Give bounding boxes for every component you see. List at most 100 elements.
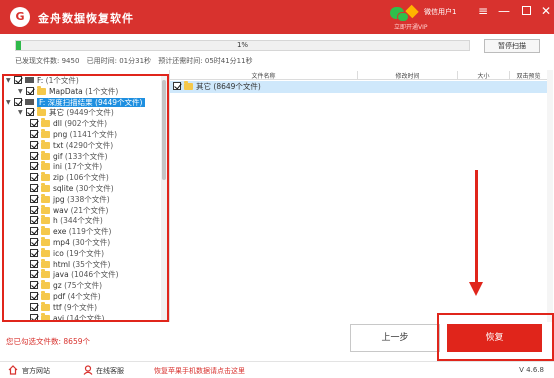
folder-icon <box>41 204 50 214</box>
tree-item-text: jpg (338个文件) <box>53 195 110 204</box>
tree-item-count: (4290个文件) <box>65 140 114 150</box>
file-row-checkbox[interactable] <box>173 82 181 90</box>
tree-item-checkbox[interactable] <box>30 173 38 182</box>
version-label: V 4.6.8 <box>519 366 544 374</box>
tree-item-count: (30个文件) <box>72 238 111 247</box>
tree-item-label: txt <box>53 140 64 150</box>
tree-item-checkbox[interactable] <box>26 108 34 117</box>
tree-item-count: (19个文件) <box>66 248 105 258</box>
home-icon <box>8 365 18 375</box>
tree-scrollbar[interactable] <box>161 76 167 320</box>
tree-item-label: avi <box>53 313 65 322</box>
column-preview[interactable]: 双击预览 <box>510 71 547 80</box>
title-bar: G 金舟数据恢复软件 微信用户1 立即开通VIP ≡ — ✕ <box>0 0 554 34</box>
folder-icon <box>37 85 46 95</box>
file-row-name: 其它 <box>196 82 211 91</box>
tree-item-checkbox[interactable] <box>30 238 38 246</box>
folder-icon <box>41 301 50 311</box>
found-count: 已发现文件数: 9450 <box>15 57 80 65</box>
expand-toggle-icon[interactable]: ▼ <box>18 107 24 116</box>
tree-scroll-thumb[interactable] <box>162 80 166 180</box>
tree-item-count: (133个文件) <box>64 151 108 161</box>
tree-item-checkbox[interactable] <box>30 313 38 320</box>
tree-item-label: h <box>53 216 58 226</box>
tree-item-checkbox[interactable] <box>14 76 22 84</box>
app-logo-icon: G <box>10 7 30 27</box>
tree-item-checkbox[interactable] <box>14 97 22 106</box>
tree-item-text: avi (14个文件) <box>53 313 104 322</box>
tree-item-checkbox[interactable] <box>30 151 38 160</box>
tree-item-text: dll (902个文件) <box>53 119 107 128</box>
tree-item-label: java <box>53 270 69 280</box>
tree-item-count: (30个文件) <box>75 184 114 193</box>
tree-item-checkbox[interactable] <box>30 292 38 300</box>
tree-item-checkbox[interactable] <box>30 130 38 138</box>
tree-item-checkbox[interactable] <box>30 248 38 257</box>
tree-item-label: MapData <box>49 86 83 96</box>
recover-button[interactable]: 恢复 <box>447 324 542 352</box>
tree-item-checkbox[interactable] <box>26 86 34 95</box>
tree-item-text: 其它 (9449个文件) <box>49 108 114 117</box>
folder-icon <box>41 269 50 279</box>
column-size[interactable]: 大小 <box>458 71 510 80</box>
previous-step-button[interactable]: 上一步 <box>350 324 440 352</box>
online-service-link[interactable]: 在线客服 <box>96 366 124 376</box>
tree-item-checkbox[interactable] <box>30 119 38 128</box>
tree-item-checkbox[interactable] <box>30 140 38 149</box>
folder-icon <box>41 193 50 203</box>
folder-icon <box>41 237 50 246</box>
tree-item-checkbox[interactable] <box>30 162 38 171</box>
tree-item-count: (21个文件) <box>70 205 109 215</box>
expand-toggle-icon[interactable]: ▼ <box>6 76 12 84</box>
tree-item-text: MapData (1个文件) <box>49 87 118 96</box>
app-title: 金舟数据恢复软件 <box>38 12 134 25</box>
user-name[interactable]: 微信用户1 <box>424 7 456 17</box>
tree-item-text: png (1141个文件) <box>53 130 117 139</box>
tree-item-label: jpg <box>53 194 65 204</box>
menu-button[interactable]: ≡ <box>476 4 490 18</box>
tree-item-checkbox[interactable] <box>30 205 38 214</box>
iphone-recovery-link[interactable]: 恢复苹果手机数据请点击这里 <box>154 366 245 376</box>
tree-item-checkbox[interactable] <box>30 259 38 268</box>
tree-item-checkbox[interactable] <box>30 281 38 290</box>
tree-item-text: exe (119个文件) <box>53 227 111 236</box>
column-modified[interactable]: 修改时间 <box>358 71 458 80</box>
tree-item-label: 其它 <box>49 108 64 118</box>
minimize-button[interactable]: — <box>497 4 511 18</box>
tree-item-label: html <box>53 259 71 269</box>
tree-item-label: ico <box>53 248 64 258</box>
tree-item-count: (338个文件) <box>67 194 110 204</box>
wechat-icon <box>390 7 409 22</box>
tree-item-checkbox[interactable] <box>30 302 38 311</box>
expand-toggle-icon[interactable]: ▼ <box>6 97 12 106</box>
file-list-scrollbar[interactable] <box>547 70 553 322</box>
tree-item-checkbox[interactable] <box>30 184 38 192</box>
tree-item-checkbox[interactable] <box>30 216 38 225</box>
tree-item-count: (1个文件) <box>45 76 79 85</box>
tree-item-checkbox[interactable] <box>30 227 38 236</box>
tree-item-text: ttf (9个文件) <box>53 303 97 312</box>
pause-scan-button[interactable]: 暂停扫描 <box>484 39 540 53</box>
close-button[interactable]: ✕ <box>539 4 553 18</box>
folder-icon <box>41 226 50 236</box>
tree-item-count: (17个文件) <box>64 162 103 172</box>
tree-item-text: h (344个文件) <box>53 216 103 225</box>
folder-tree-panel[interactable]: ▼ F: (1个文件) ▼ MapData (1个文件) ▼ F: 深度扫描结果 (944… <box>2 74 169 322</box>
tree-item-checkbox[interactable] <box>30 194 38 203</box>
maximize-button[interactable] <box>519 4 533 18</box>
tree-item-text: sqlite (30个文件) <box>53 184 114 193</box>
tree-item-count: (902个文件) <box>64 119 107 129</box>
official-site-link[interactable]: 官方网站 <box>22 366 50 376</box>
maximize-icon <box>521 6 531 15</box>
file-row[interactable]: 其它 (8649个文件) <box>170 81 547 93</box>
file-list-header: 文件名称 修改时间 大小 双击预览 <box>170 70 547 80</box>
tree-item-label: pdf <box>53 292 66 301</box>
tree-item[interactable]: avi (14个文件) <box>30 312 104 322</box>
folder-icon <box>41 258 50 268</box>
expand-toggle-icon[interactable]: ▼ <box>18 86 24 95</box>
tree-item-count: (9449个文件) <box>66 108 114 118</box>
tree-item-text: html (35个文件) <box>53 260 110 269</box>
column-name[interactable]: 文件名称 <box>170 71 358 80</box>
tree-item-checkbox[interactable] <box>30 270 38 279</box>
vip-link[interactable]: 立即开通VIP <box>394 22 428 31</box>
